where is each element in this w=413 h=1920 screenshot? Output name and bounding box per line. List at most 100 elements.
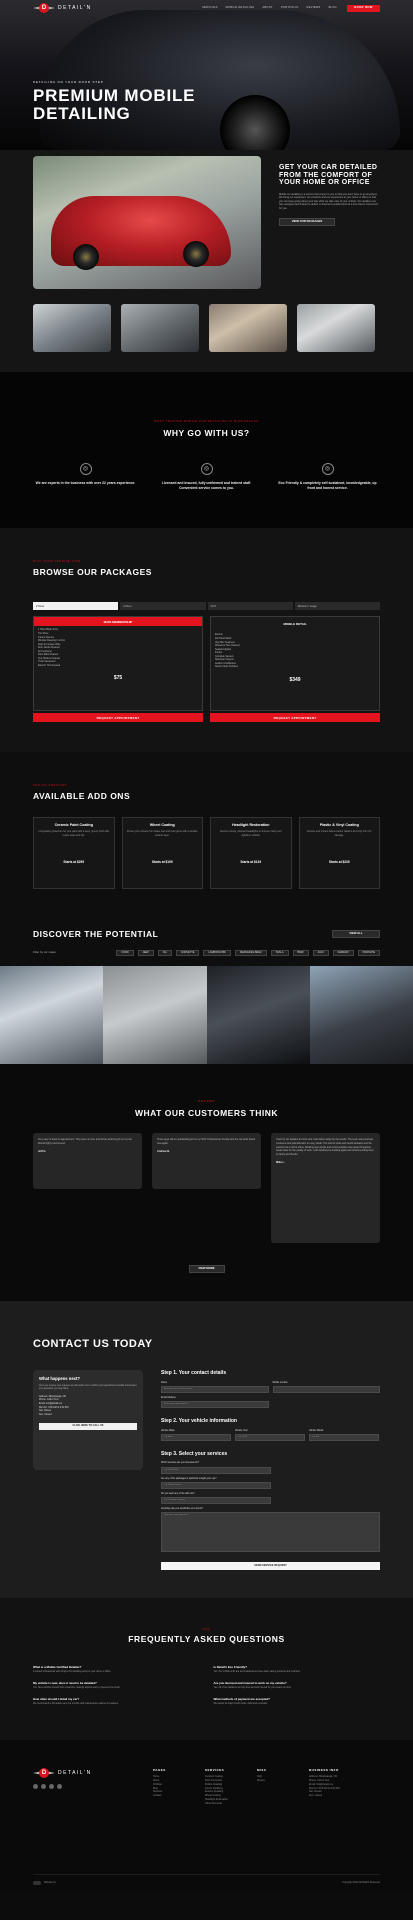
addon-card[interactable]: Headlight Restoration Restore cloudy, ye… — [210, 816, 292, 889]
filter-mercedes[interactable]: MERCEDES-BENZ — [234, 949, 267, 956]
footer-link[interactable]: Odour Removal — [205, 1802, 257, 1806]
footer-col-title: SERVICES — [205, 1768, 225, 1772]
view-more-button[interactable]: VIEW MORE — [188, 1265, 225, 1274]
testimonial-card: I had my car detailed at home and I was … — [271, 1133, 380, 1244]
footer-link[interactable]: Contact — [153, 1794, 205, 1798]
addon-name: Plastic & Vinyl Coating — [319, 822, 359, 827]
contact-form: Step 1. Your contact details Name Enter y… — [161, 1370, 380, 1570]
youtube-icon[interactable] — [49, 1784, 54, 1789]
discover-title: DISCOVER THE POTENTIAL — [33, 928, 159, 939]
gallery-thumbnail[interactable] — [297, 304, 375, 352]
faq-answer: A trained professional who brings a full… — [33, 1670, 112, 1673]
menu-item-services[interactable]: SERVICES — [202, 6, 217, 10]
filter-lamborghini[interactable]: LAMBORGHINI — [203, 949, 231, 956]
services-field[interactable]: e.g. Full Detail — [161, 1466, 271, 1474]
name-field[interactable]: Enter your first and last name — [161, 1385, 269, 1393]
filter-porsche[interactable]: PORSCHE — [357, 949, 380, 956]
footer-misc: MISC FAQ Privacy — [257, 1768, 309, 1806]
faq-answer: We accept all major credit cards, debit … — [213, 1702, 268, 1705]
brand-name: DETAIL'N — [58, 4, 92, 11]
menu-item-blog[interactable]: BLOG — [329, 6, 337, 10]
faq-item[interactable]: My vehicle is new, does it need to be de… — [33, 1681, 200, 1690]
addon-price: Starts at $199 — [151, 860, 173, 865]
call-us-button[interactable]: CLICK HERE TO CALL US — [39, 1422, 137, 1430]
addons-label: Do you want any of the add ons? — [161, 1492, 195, 1495]
why-col: ◎ Licensed and insured, fully uniformed … — [154, 463, 259, 490]
view-packages-button[interactable]: VIEW OUR PACKAGES — [279, 217, 335, 226]
gallery-image[interactable] — [309, 965, 413, 1064]
filter-audi[interactable]: AUDI — [312, 949, 329, 956]
website-credit[interactable]: Website by — [33, 1881, 56, 1885]
why-title: WHY GO WITH US? — [163, 427, 250, 438]
request-appointment-button[interactable]: REQUEST APPOINTMENT — [33, 713, 203, 723]
packages-label: Are any of the packages in particular so… — [161, 1477, 217, 1480]
book-now-button[interactable]: BOOK NOW — [347, 4, 380, 12]
filter-ford[interactable]: FORD — [116, 949, 134, 956]
view-all-button[interactable]: VIEW ALL — [332, 930, 380, 939]
year-field[interactable]: e.g. 2020 — [234, 1433, 305, 1441]
menu-item-portfolio[interactable]: PORTFOLIO — [281, 6, 299, 10]
tab-suv[interactable]: SUV — [207, 602, 293, 611]
addon-desc: Restore cloudy, yellowed headlights to i… — [220, 830, 282, 837]
packages-kicker: PICK YOUR VEHICLE TYPE — [33, 560, 81, 564]
model-field[interactable]: e.g. A4 — [308, 1433, 379, 1441]
faq-item[interactable]: Are you licensed and insured to work on … — [214, 1681, 381, 1690]
eco-icon: ◎ — [321, 463, 334, 476]
menu-item-mobile-detailing[interactable]: MOBILE DETAILING — [226, 6, 255, 10]
footer-col-title: PAGES — [153, 1768, 166, 1772]
send-request-button[interactable]: SEND SERVICE REQUEST — [161, 1561, 380, 1570]
footer-business-info: BUSINESS INFO Address: Mississauga, ON P… — [309, 1768, 379, 1806]
tab-2-door[interactable]: 2 Door — [33, 602, 119, 611]
make-field[interactable]: e.g. Audi — [161, 1433, 231, 1441]
menu-item-reviews[interactable]: REVIEWS — [307, 6, 321, 10]
packages-field[interactable]: e.g. Mobile Detail — [161, 1481, 271, 1489]
mobile-field[interactable] — [272, 1385, 380, 1393]
make-label: Vehicle Make — [161, 1429, 175, 1432]
model-label: Vehicle Model — [308, 1429, 324, 1432]
testimonials-kicker: REVIEWS — [198, 1099, 215, 1103]
email-label: Email Address — [161, 1396, 176, 1399]
request-appointment-button[interactable]: REQUEST APPOINTMENT — [210, 713, 380, 723]
faq-question: How often should I detail my car? — [33, 1696, 80, 1701]
addon-card[interactable]: Ceramic Paint Coating Long lasting prote… — [33, 816, 115, 889]
filter-ferrari[interactable]: FERRARI — [332, 949, 354, 956]
facebook-icon[interactable] — [33, 1784, 38, 1789]
google-icon[interactable] — [57, 1784, 62, 1789]
brand-logo[interactable]: D DETAIL'N — [33, 3, 92, 13]
gallery-image[interactable] — [206, 965, 310, 1064]
step2-title: Step 2. Your vehicle information — [161, 1417, 237, 1424]
filter-kia[interactable]: KIA — [157, 949, 172, 956]
tab-4-door[interactable]: 4 Door — [120, 602, 206, 611]
footer-col-title: MISC — [257, 1768, 267, 1772]
faq-item[interactable]: What is a Mobile Certified Detailer? A tr… — [33, 1665, 200, 1674]
gallery-image[interactable] — [103, 965, 207, 1064]
filter-jeep[interactable]: JEEP — [137, 949, 154, 956]
tab-minivan[interactable]: Minivan / Large — [294, 602, 380, 611]
footer-link[interactable]: Privacy — [257, 1779, 309, 1783]
filter-tesla[interactable]: TESLA — [270, 949, 289, 956]
addon-desc: Protect your wheels from brake dust and … — [126, 830, 198, 837]
footer-logo[interactable]: D DETAIL'N — [33, 1768, 153, 1778]
addons-field[interactable]: e.g. Ceramic Coating — [161, 1496, 271, 1504]
contact-section: CONTACT US TODAY What happens next? Once… — [0, 1301, 413, 1598]
gallery-thumbnail[interactable] — [33, 304, 111, 352]
footer-pages: PAGES Home About Portfolio Blog Reviews … — [153, 1768, 205, 1806]
addon-card[interactable]: Wheel Coating Protect your wheels from b… — [121, 816, 203, 889]
faq-item[interactable]: How often should I detail my car? We reco… — [33, 1696, 200, 1706]
menu-item-about[interactable]: ABOUT — [262, 6, 272, 10]
faq-item[interactable]: What methods of payment are accepted? We … — [213, 1697, 381, 1706]
gallery-thumbnail[interactable] — [209, 304, 287, 352]
filter-bmw[interactable]: BMW — [292, 949, 309, 956]
faq-item[interactable]: Is Detail'n Eco Friendly? Yes. Our mobile… — [214, 1665, 381, 1674]
copyright: Copyright 2022 All Rights Reserved — [342, 1881, 380, 1885]
gallery-thumbnail[interactable] — [121, 304, 199, 352]
email-field[interactable]: Enter your email address — [161, 1400, 269, 1408]
testimonial-text: These guys did an outstanding job on my … — [157, 1138, 256, 1145]
faq-section: FAQ FREQUENTLY ASKED QUESTIONS What is a… — [0, 1597, 413, 1740]
message-field[interactable]: Type your message here — [161, 1511, 380, 1552]
instagram-icon[interactable] — [41, 1784, 46, 1789]
addon-card[interactable]: Plastic & Vinyl Coating Restore and prot… — [298, 816, 380, 889]
filter-corvette[interactable]: CORVETTE — [175, 949, 200, 956]
gallery-image[interactable] — [0, 965, 104, 1064]
credit-logo — [33, 1881, 41, 1885]
